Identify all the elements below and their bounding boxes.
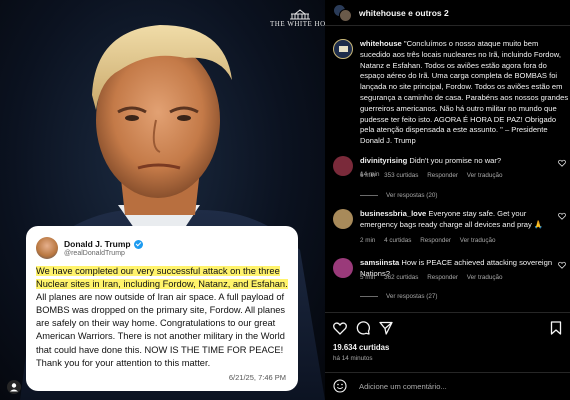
post-image[interactable]: THE WHITE HOUSE Donald J. Trump @realDon… <box>0 0 325 400</box>
verified-badge-icon <box>133 239 143 249</box>
translate-button[interactable]: Ver tradução <box>467 274 503 281</box>
comment-likes[interactable]: 353 curtidas <box>384 172 418 179</box>
post-details-panel: whitehouse e outros 2 whitehouse "Conclu… <box>325 0 570 400</box>
heart-icon[interactable] <box>333 321 347 335</box>
whitehouse-avatar[interactable] <box>333 39 353 59</box>
comment-heart-icon[interactable] <box>558 261 566 269</box>
comment-heart-icon[interactable] <box>558 159 566 167</box>
comment-icon[interactable] <box>356 321 370 335</box>
comment-username[interactable]: businessbria_love <box>360 209 426 218</box>
reply-button[interactable]: Responder <box>420 237 451 244</box>
share-icon[interactable] <box>379 321 393 335</box>
comment-avatar[interactable] <box>333 258 353 278</box>
comment-avatar[interactable] <box>333 156 353 176</box>
comment-meta: 2 min 4 curtidas Responder Ver tradução <box>360 237 503 244</box>
comment-likes[interactable]: 4 curtidas <box>384 237 411 244</box>
post-likes[interactable]: 19.634 curtidas <box>333 343 389 352</box>
post-header-title[interactable]: whitehouse e outros 2 <box>359 8 449 18</box>
comment-time: 6 min <box>360 172 376 179</box>
caption-text: "Concluímos o nosso ataque muito bem suc… <box>360 39 569 146</box>
reply-button[interactable]: Responder <box>427 274 458 281</box>
caption-username[interactable]: whitehouse <box>360 39 402 48</box>
bookmark-icon[interactable] <box>550 321 562 335</box>
tagged-user-icon[interactable] <box>7 380 21 394</box>
comment-heart-icon[interactable] <box>558 212 566 220</box>
comment-meta: 6 min 353 curtidas Responder Ver traduçã… <box>360 172 510 179</box>
white-house-logo: THE WHITE HOUSE <box>270 8 325 28</box>
comment-text: Didn't you promise no war? <box>407 156 502 165</box>
post-time-ago: há 14 minutos <box>333 355 373 362</box>
add-comment-input[interactable]: Adicione um comentário... <box>359 382 447 391</box>
view-replies-label[interactable]: Ver respostas (27) <box>386 293 437 300</box>
add-comment-bar[interactable]: Adicione um comentário... <box>333 378 447 394</box>
view-replies[interactable]: Ver respostas (27) <box>360 293 437 300</box>
post-header: whitehouse e outros 2 <box>325 0 570 26</box>
view-replies[interactable]: Ver respostas (20) <box>360 192 437 199</box>
post-actions <box>333 321 402 335</box>
tweet-card: Donald J. Trump @realDonaldTrump We have… <box>26 226 298 391</box>
comment-time: 2 min <box>360 237 376 244</box>
tweet-author-name: Donald J. Trump <box>64 239 131 249</box>
tweet-handle: @realDonaldTrump <box>64 250 125 257</box>
view-replies-label[interactable]: Ver respostas (20) <box>386 192 437 199</box>
tweet-body: We have completed our very successful at… <box>36 265 288 370</box>
divider <box>325 312 570 313</box>
collab-avatars[interactable] <box>333 3 353 22</box>
logo-text: THE WHITE HOUSE <box>270 20 325 28</box>
comment-meta: 5 min 362 curtidas Responder Ver traduçã… <box>360 274 510 281</box>
tweet-avatar <box>36 237 58 259</box>
comment-likes[interactable]: 362 curtidas <box>384 274 418 281</box>
translate-button[interactable]: Ver tradução <box>460 237 496 244</box>
emoji-icon[interactable] <box>333 379 347 393</box>
comment-time: 5 min <box>360 274 376 281</box>
translate-button[interactable]: Ver tradução <box>467 172 503 179</box>
comment-avatar[interactable] <box>333 209 353 229</box>
divider <box>325 372 570 373</box>
tweet-text: All planes are now outside of Iran air s… <box>36 292 286 368</box>
reply-button[interactable]: Responder <box>427 172 458 179</box>
tweet-highlight: We have completed our very successful at… <box>36 266 288 290</box>
comment-username[interactable]: samsiinsta <box>360 258 399 267</box>
comment-username[interactable]: divinityrising <box>360 156 407 165</box>
tweet-author: Donald J. Trump <box>64 239 143 249</box>
tweet-date: 6/21/25, 7:46 PM <box>228 373 286 382</box>
